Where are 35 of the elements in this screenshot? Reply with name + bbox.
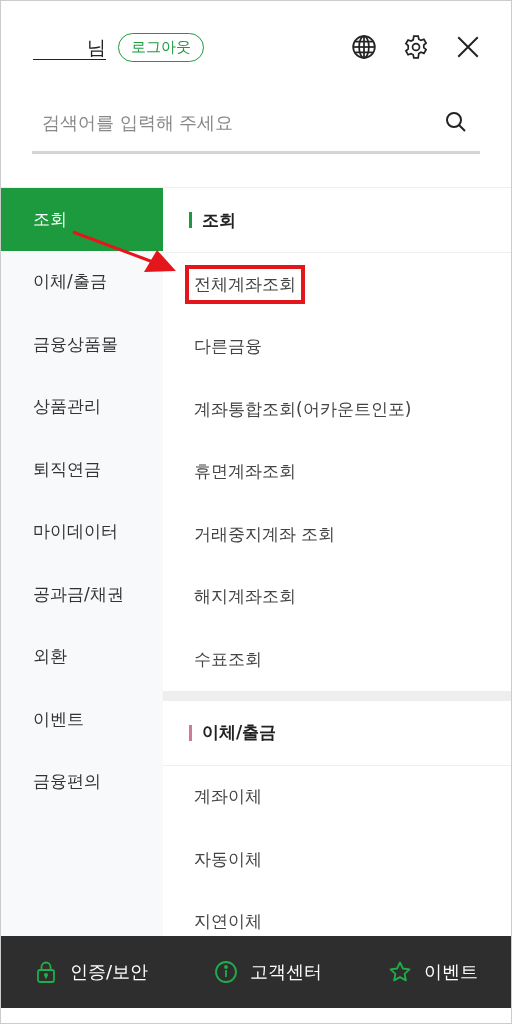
lock-icon: [34, 960, 58, 984]
category-item[interactable]: 금융상품몰: [1, 313, 163, 376]
submenu-item[interactable]: 전체계좌조회: [185, 264, 305, 304]
bottom-bar-item[interactable]: 고객센터: [214, 960, 323, 984]
logout-button[interactable]: 로그아웃: [118, 32, 204, 62]
category-item[interactable]: 이체/출금: [1, 250, 163, 313]
globe-icon[interactable]: [351, 34, 377, 60]
search-field[interactable]: 검색어를 입력해 주세요: [32, 110, 444, 134]
category-item[interactable]: 마이데이터: [1, 500, 163, 563]
section-title: 이체/출금: [202, 721, 277, 744]
submenu-item[interactable]: 수표조회: [185, 639, 271, 679]
section-title: 조회: [202, 208, 236, 232]
bottom-bar-item[interactable]: 인증/보안: [34, 960, 149, 984]
settings-icon[interactable]: [403, 34, 429, 60]
submenu-item[interactable]: 계좌통합조회(어카운트인포): [185, 389, 421, 429]
category-item[interactable]: 외환: [1, 625, 163, 688]
submenu-item[interactable]: 다른금융: [185, 327, 271, 367]
category-item[interactable]: 조회: [1, 188, 163, 251]
submenu-item[interactable]: 계좌이체: [185, 777, 271, 817]
bottom-bar-item[interactable]: 이벤트: [388, 960, 478, 984]
user-name: 님: [33, 34, 106, 60]
category-item[interactable]: 공과금/채권: [1, 563, 163, 626]
submenu-item[interactable]: 거래중지계좌 조회: [185, 514, 345, 554]
category-item[interactable]: 이벤트: [1, 688, 163, 751]
category-item[interactable]: 퇴직연금: [1, 438, 163, 501]
close-icon[interactable]: [455, 34, 481, 60]
category-item[interactable]: 상품관리: [1, 375, 163, 438]
submenu-item[interactable]: 해지계좌조회: [185, 577, 305, 617]
submenu-item[interactable]: 휴면계좌조회: [185, 452, 305, 492]
submenu-item[interactable]: 지연이체: [185, 902, 271, 936]
info-icon: [214, 960, 239, 984]
submenu-item[interactable]: 자동이체: [185, 839, 271, 879]
search-icon[interactable]: [444, 110, 468, 134]
star-icon: [388, 960, 412, 984]
category-item[interactable]: 금융편의: [1, 750, 163, 813]
